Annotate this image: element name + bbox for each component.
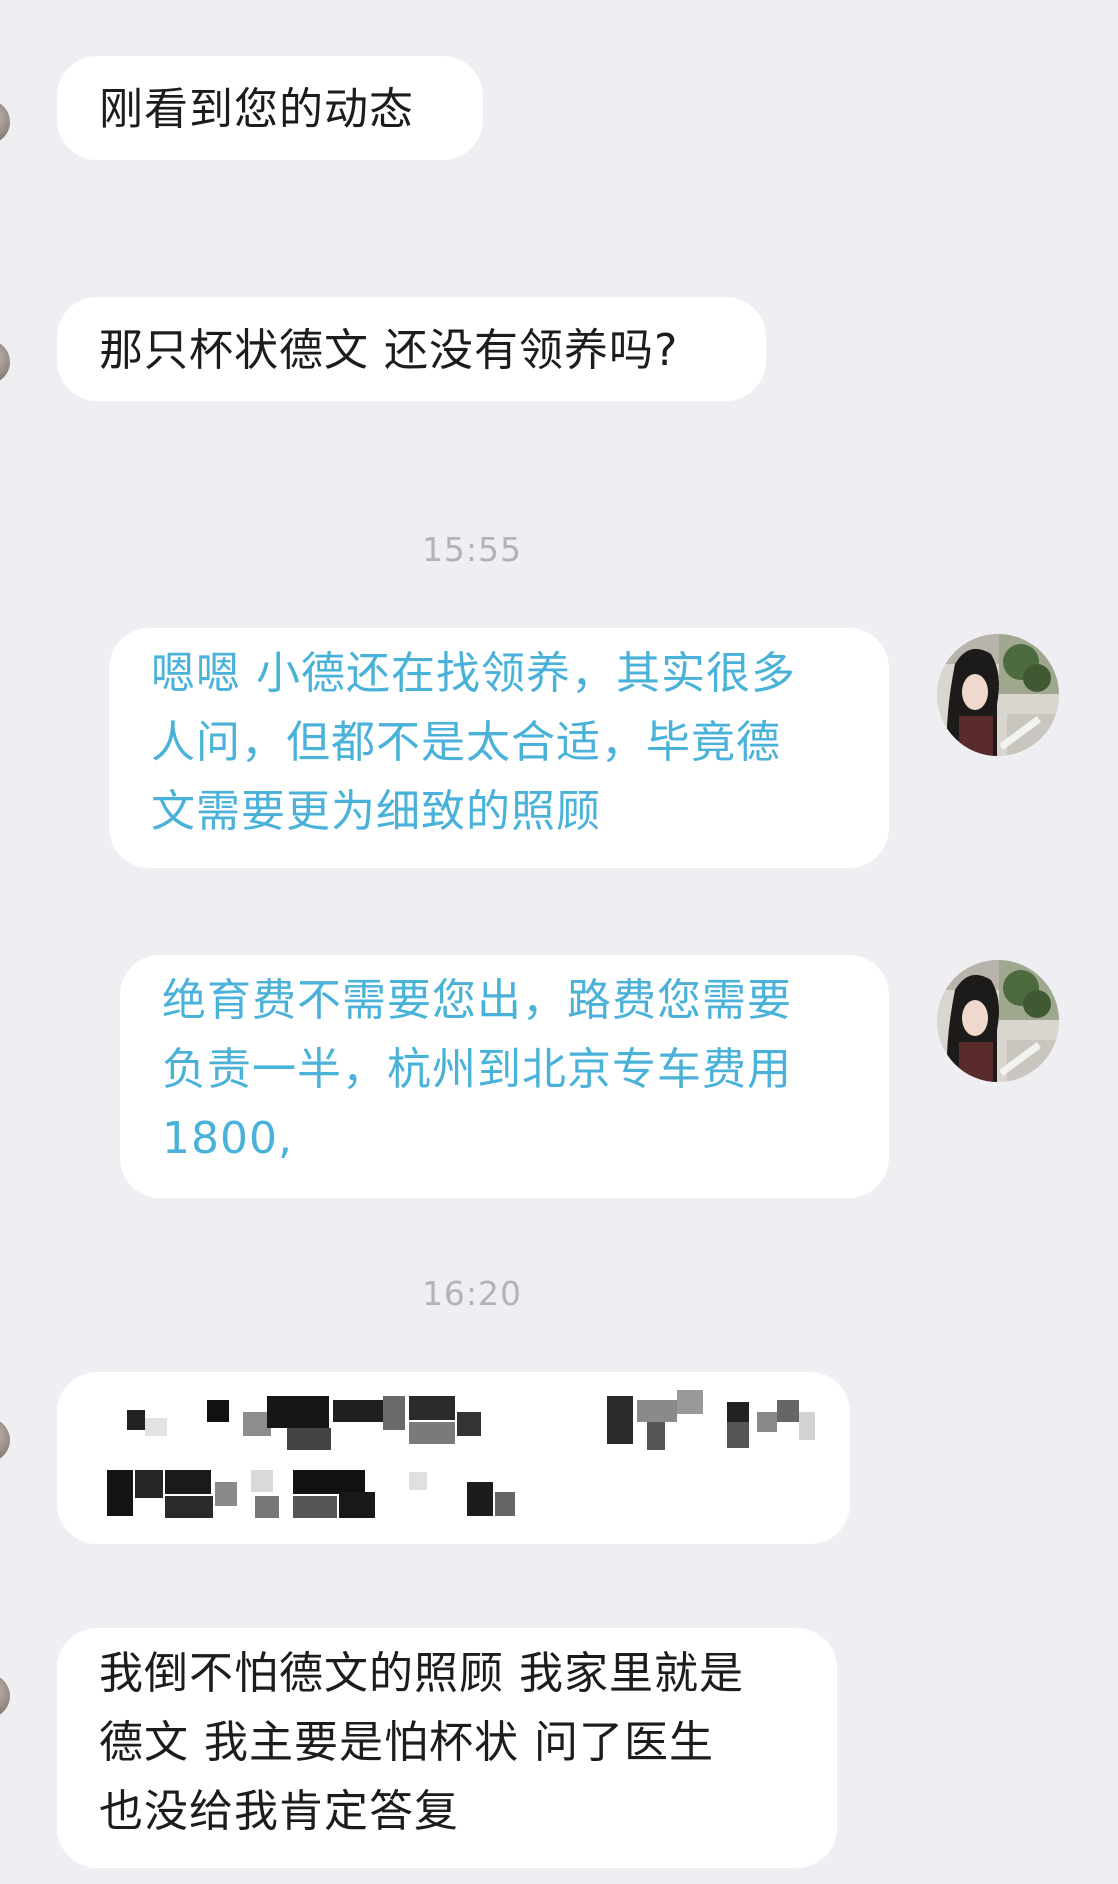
contact-avatar[interactable] bbox=[0, 1418, 10, 1462]
outgoing-message-bubble[interactable]: 绝育费不需要您出，路费您需要 负责一半，杭州到北京专车费用 1800, bbox=[120, 955, 889, 1198]
message-text: 那只杯状德文 还没有领养吗? bbox=[99, 325, 679, 376]
contact-avatar[interactable] bbox=[0, 340, 10, 384]
user-avatar[interactable] bbox=[937, 960, 1059, 1082]
redacted-message-bubble[interactable] bbox=[57, 1372, 850, 1544]
message-timestamp: 16:20 bbox=[421, 1274, 523, 1313]
message-text-line: 嗯嗯 小德还在找领养，其实很多 bbox=[151, 648, 796, 699]
message-text-line: 1800, bbox=[162, 1113, 293, 1164]
contact-avatar[interactable] bbox=[0, 1674, 10, 1718]
message-text-line: 我倒不怕德文的照顾 我家里就是 bbox=[99, 1648, 744, 1699]
message-timestamp: 15:55 bbox=[421, 530, 523, 569]
incoming-message-bubble[interactable]: 刚看到您的动态 bbox=[57, 56, 483, 160]
message-text-line: 绝育费不需要您出，路费您需要 bbox=[162, 975, 792, 1026]
message-text-line: 德文 我主要是怕杯状 问了医生 bbox=[99, 1717, 714, 1768]
outgoing-message-bubble[interactable]: 嗯嗯 小德还在找领养，其实很多 人问，但都不是太合适，毕竟德 文需要更为细致的照… bbox=[109, 628, 889, 868]
user-avatar[interactable] bbox=[937, 634, 1059, 756]
contact-avatar[interactable] bbox=[0, 100, 10, 144]
message-text-line: 负责一半，杭州到北京专车费用 bbox=[162, 1044, 792, 1095]
message-text-line: 文需要更为细致的照顾 bbox=[151, 786, 601, 837]
incoming-message-bubble[interactable]: 我倒不怕德文的照顾 我家里就是 德文 我主要是怕杯状 问了医生 也没给我肯定答复 bbox=[57, 1628, 837, 1868]
message-text: 刚看到您的动态 bbox=[99, 84, 414, 135]
message-text-line: 人问，但都不是太合适，毕竟德 bbox=[151, 717, 781, 768]
incoming-message-bubble[interactable]: 那只杯状德文 还没有领养吗? bbox=[57, 297, 766, 401]
message-text-line: 也没给我肯定答复 bbox=[99, 1786, 459, 1837]
